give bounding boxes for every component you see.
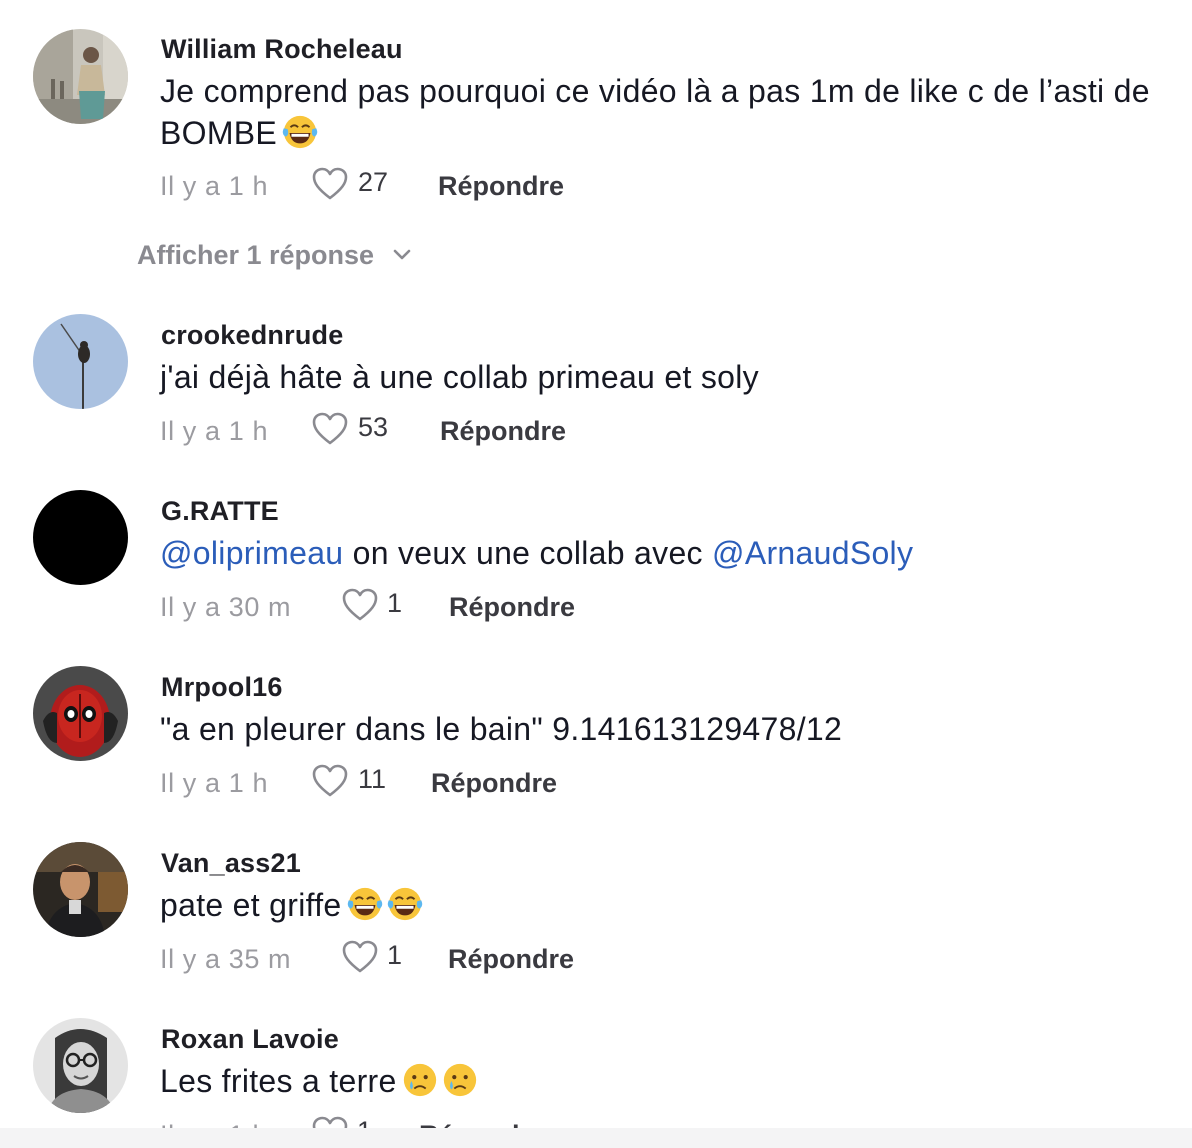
comment-username[interactable]: William Rocheleau (161, 34, 403, 65)
face-with-tears-of-joy-icon (346, 885, 384, 923)
comment-username[interactable]: crookednrude (161, 320, 343, 351)
view-replies-label: Afficher 1 réponse (137, 240, 375, 270)
comment-username[interactable]: G.RATTE (161, 496, 279, 527)
comment-text: "a en pleurer dans le bain" 9.1416131294… (160, 708, 1170, 750)
comment-text-content: pate et griffe (160, 887, 342, 923)
comment-time: Il y a 1 h (160, 768, 269, 798)
avatar[interactable] (33, 666, 128, 761)
comment-username[interactable]: Mrpool16 (161, 672, 283, 703)
avatar[interactable] (33, 1018, 128, 1113)
reply-button[interactable]: Répondre (440, 416, 566, 447)
comment-text: j'ai déjà hâte à une collab primeau et s… (160, 356, 1170, 398)
heart-icon[interactable] (342, 940, 378, 974)
reply-button[interactable]: Répondre (449, 592, 575, 623)
comment-time: Il y a 1 h (160, 416, 269, 446)
crying-face-icon (401, 1061, 439, 1099)
like-count: 1 (387, 588, 403, 618)
chevron-down-icon (393, 249, 411, 260)
bottom-shade (0, 1128, 1192, 1148)
comment-text-content: j'ai déjà hâte à une collab primeau et s… (160, 359, 759, 395)
comment-time: Il y a 1 h (160, 171, 269, 201)
mention-link[interactable]: @ArnaudSoly (712, 535, 913, 571)
reply-button[interactable]: Répondre (448, 944, 574, 975)
comment-text: pate et griffe (160, 884, 1170, 926)
heart-icon[interactable] (312, 167, 348, 201)
comment-text-content: on veux une collab avec (343, 535, 713, 571)
heart-icon[interactable] (342, 588, 378, 622)
comment-text: Les frites a terre (160, 1060, 1170, 1102)
avatar[interactable] (33, 842, 128, 937)
face-with-tears-of-joy-icon (281, 113, 319, 151)
comment-username[interactable]: Roxan Lavoie (161, 1024, 339, 1055)
comment-text: Je comprend pas pourquoi ce vidéo là a p… (160, 70, 1170, 154)
crying-face-icon (441, 1061, 479, 1099)
mention-link[interactable]: @oliprimeau (160, 535, 343, 571)
comment-time: Il y a 30 m (160, 592, 292, 622)
reply-button[interactable]: Répondre (431, 768, 557, 799)
like-count: 11 (358, 764, 387, 794)
view-replies-button[interactable]: Afficher 1 réponse (137, 240, 412, 271)
reply-button[interactable]: Répondre (438, 171, 564, 202)
avatar[interactable] (33, 490, 128, 585)
comment-time: Il y a 35 m (160, 944, 292, 974)
comment-text-content: "a en pleurer dans le bain" 9.1416131294… (160, 711, 843, 747)
avatar[interactable] (33, 29, 128, 124)
comment-username[interactable]: Van_ass21 (161, 848, 301, 879)
like-count: 1 (387, 940, 403, 970)
heart-icon[interactable] (312, 412, 348, 446)
comment-text-content: Les frites a terre (160, 1063, 397, 1099)
comment-text: @oliprimeau on veux une collab avec @Arn… (160, 532, 1170, 574)
like-count: 53 (358, 412, 389, 442)
like-count: 27 (358, 167, 389, 197)
avatar[interactable] (33, 314, 128, 409)
face-with-tears-of-joy-icon (386, 885, 424, 923)
heart-icon[interactable] (312, 764, 348, 798)
